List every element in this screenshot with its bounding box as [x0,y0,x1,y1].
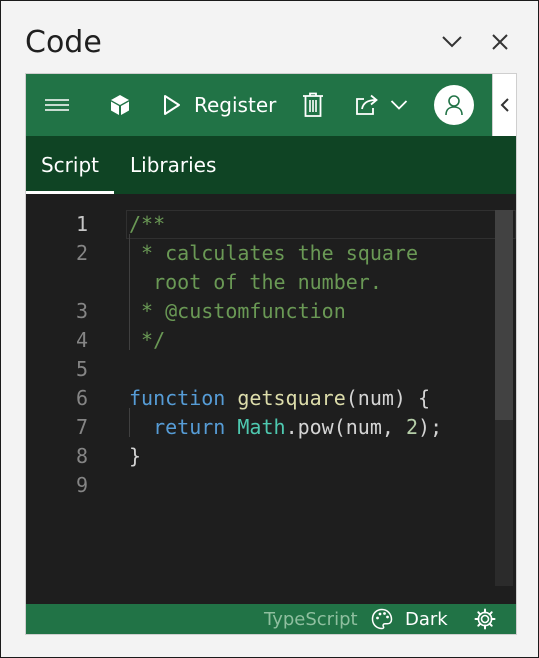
close-pane-button[interactable] [485,27,515,57]
code-token: return [153,415,226,439]
language-label: TypeScript [264,608,358,630]
code-token: function [129,386,226,410]
scrollbar-thumb[interactable] [495,210,513,420]
line-number: 3 [75,299,88,323]
code-token: /** [129,212,166,236]
share-icon [356,94,378,115]
tab-label: Libraries [130,153,217,177]
code-token: */ [129,328,166,352]
line-number: 4 [75,328,88,352]
pane-options-button[interactable] [437,27,467,57]
code-text: function getsquare(num) { [129,384,430,413]
code-line: 4 */ [26,326,496,355]
register-label: Register [194,93,277,117]
code-token: } [129,444,142,468]
toolbar: Register [26,74,492,136]
code-token: root of the number. [129,270,382,294]
code-line: 5 [26,355,496,384]
code-line: 8} [26,442,496,471]
code-line: root of the number. [26,268,496,297]
code-text: * calculates the square [129,239,418,268]
script-lab-app: Register Script Libraries 1 /** 2 * calc… [25,73,517,635]
person-icon [445,95,463,116]
pane-title: Code [25,25,102,60]
code-line: 9 [26,471,496,500]
share-button[interactable] [354,74,408,136]
line-number: 9 [75,473,88,497]
line-number: 5 [75,357,88,381]
line-number: 1 [75,212,88,236]
code-line: 3 * @customfunction [26,297,496,326]
close-icon [492,34,508,50]
editor-scrollbar[interactable] [495,210,513,586]
line-number: 6 [75,386,88,410]
code-token: * @customfunction [129,299,346,323]
editor-tabs: Script Libraries [26,136,516,194]
gear-icon [474,608,496,630]
tab-script[interactable]: Script [26,136,114,194]
chevron-left-icon [500,98,509,112]
code-token: 2 [405,415,419,439]
line-number: 7 [75,415,88,439]
code-line: 7 return Math.pow(num, 2); [26,413,496,442]
code-token: getsquare [237,386,346,410]
code-text: return Math.pow(num, 2); [129,413,442,442]
register-button[interactable]: Register [162,74,276,136]
trash-icon [303,92,323,117]
code-task-pane: Code Register Script Libraries 1 /** 2 *… [0,0,539,658]
language-indicator[interactable]: TypeScript [264,604,358,634]
line-number: 8 [75,444,88,468]
code-text: * @customfunction [129,297,346,326]
cube-icon [111,95,129,115]
code-token: .pow(num, [285,415,406,439]
code-token: * calculates the square [129,241,418,265]
chevron-down-icon [442,36,462,48]
hamburger-icon [45,99,69,111]
tab-libraries[interactable]: Libraries [130,136,216,194]
menu-button[interactable] [44,74,70,136]
theme-label: Dark [405,608,448,630]
theme-toggle[interactable]: Dark [371,604,448,634]
delete-button[interactable] [302,74,324,136]
code-token: (num) { [345,386,431,410]
chevron-down-icon [390,100,408,110]
snippet-button[interactable] [108,74,132,136]
settings-button[interactable] [474,604,496,634]
line-number: 2 [75,241,88,265]
palette-icon [371,608,393,630]
play-icon [164,95,180,115]
code-token: ); [418,415,443,439]
code-text: */ [129,326,165,355]
code-text: /** [129,210,165,239]
status-bar: TypeScript Dark [26,604,516,634]
collapse-panel-button[interactable] [492,74,516,136]
code-token: Math [237,415,286,439]
code-text: } [129,442,141,471]
account-avatar-button[interactable] [434,85,474,125]
code-line: 6 function getsquare(num) { [26,384,496,413]
code-editor[interactable]: 1 /** 2 * calculates the square root of th… [26,194,516,604]
tab-label: Script [40,153,99,177]
code-text: root of the number. [129,268,382,297]
code-line: 1 /** [26,210,496,239]
code-line: 2 * calculates the square [26,239,496,268]
